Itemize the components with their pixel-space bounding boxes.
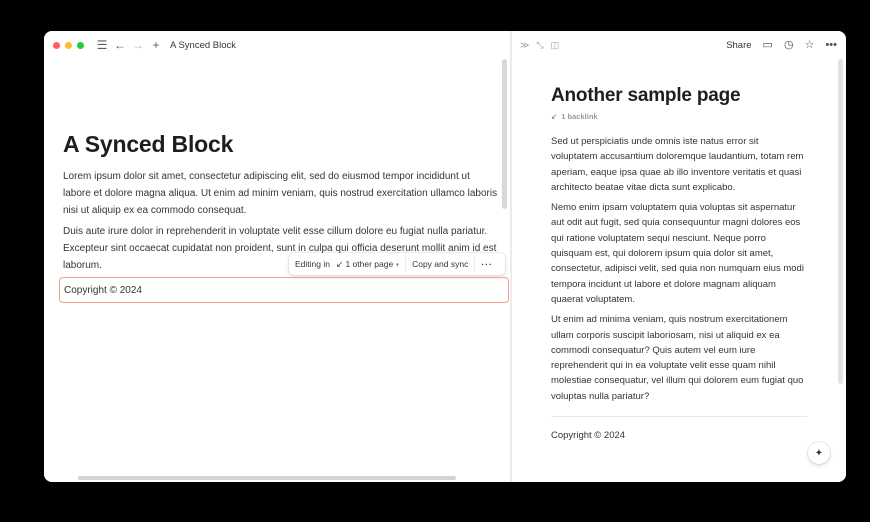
synced-block-toolbar: Editing in ↙ 1 other page ▾ Copy and syn… [289,253,505,275]
paragraph[interactable]: Sed ut perspiciatis unde omnis iste natu… [551,134,805,195]
synced-block[interactable]: Copyright © 2024 [59,277,509,303]
horizontal-rule [551,416,807,418]
window-controls [53,41,84,49]
peek-topbar: ≫ ⤡ ◫ Share ▭ ◷ ☆ ••• [512,31,846,59]
maximize-window-button[interactable] [77,41,84,49]
left-pane: ☰ ← → + A Synced Block A Synced Block Lo… [44,31,510,482]
close-window-button[interactable] [53,41,60,49]
titlebar: ☰ ← → + A Synced Block [44,31,510,59]
minimize-window-button[interactable] [65,41,72,49]
comment-icon[interactable]: ▭ [763,39,773,51]
new-page-plus-icon[interactable]: + [150,39,162,51]
synced-block-text[interactable]: Copyright © 2024 [551,430,805,441]
backlink-label: 1 backlink [561,112,598,121]
expand-icon[interactable]: ⤡ [536,40,543,51]
editing-in-label: Editing in [295,259,330,269]
chevron-down-icon: ▾ [395,261,400,269]
other-pages-dropdown[interactable]: ↙ 1 other page ▾ [336,259,399,270]
horizontal-scrollbar[interactable] [78,476,456,480]
side-peek-icon[interactable]: ◫ [551,40,560,51]
other-pages-label: 1 other page [345,258,394,269]
backlink-link[interactable]: ↙ 1 backlink [551,112,805,121]
back-arrow-icon[interactable]: ← [114,39,126,51]
close-peek-icon[interactable]: ≫ [520,40,529,51]
page-actions: Share ▭ ◷ ☆ ••• [726,39,837,51]
toolbar-divider [405,257,407,271]
vertical-scrollbar[interactable] [502,59,507,209]
menu-icon[interactable]: ☰ [96,39,108,51]
window-title[interactable]: A Synced Block [170,40,236,51]
sparkle-icon: ✦ [814,447,824,459]
right-document: Another sample page ↙ 1 backlink Sed ut … [551,85,807,441]
more-icon[interactable]: ••• [825,39,837,51]
right-pane: ≫ ⤡ ◫ Share ▭ ◷ ☆ ••• Another sample pag… [512,31,846,482]
synced-block-text[interactable]: Copyright © 2024 [64,285,142,296]
share-button[interactable]: Share [726,40,751,51]
clock-icon[interactable]: ◷ [784,39,794,51]
vertical-scrollbar[interactable] [838,59,843,384]
paragraph[interactable]: Lorem ipsum dolor sit amet, consectetur … [63,168,500,219]
page-title[interactable]: A Synced Block [63,131,500,158]
backlink-arrow-icon: ↙ [551,112,558,121]
app-window: ☰ ← → + A Synced Block A Synced Block Lo… [44,31,846,482]
peek-controls: ≫ ⤡ ◫ [520,40,559,51]
paragraph[interactable]: Nemo enim ipsam voluptatem quia voluptas… [551,200,805,307]
page-title[interactable]: Another sample page [551,85,805,107]
forward-arrow-icon[interactable]: → [132,39,144,51]
copy-and-sync-button[interactable]: Copy and sync [412,259,468,269]
toolbar-divider [474,257,476,271]
star-icon[interactable]: ☆ [805,39,815,51]
ai-assistant-button[interactable]: ✦ [808,442,830,464]
backlink-arrow-icon: ↙ [335,258,344,269]
paragraph[interactable]: Ut enim ad minima veniam, quis nostrum e… [551,312,805,404]
more-options-icon[interactable]: ··· [481,259,493,269]
